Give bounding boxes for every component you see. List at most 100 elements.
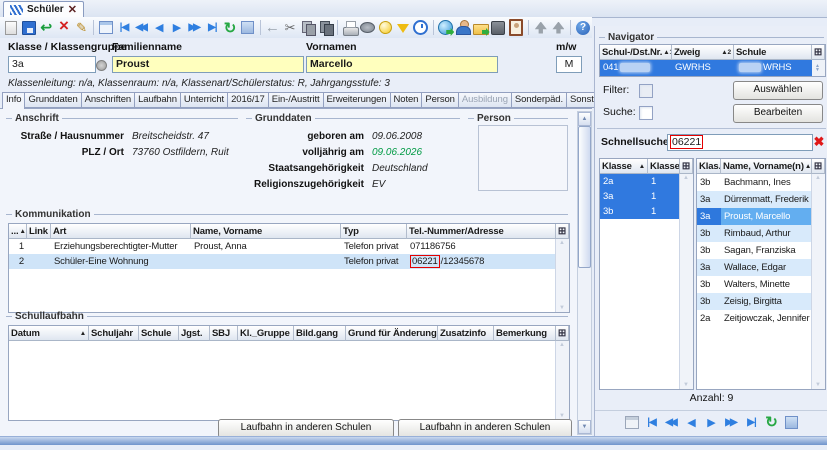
clear-search-icon[interactable]: ✖	[811, 134, 827, 150]
schueler-row[interactable]: 3bZeisig, Birgitta	[697, 293, 812, 310]
schueler-row[interactable]: 3bSagan, Franziska	[697, 242, 812, 259]
tab-sonderp-d-[interactable]: Sonderpäd.	[512, 92, 567, 108]
hint-icon[interactable]	[377, 18, 395, 37]
refresh-icon[interactable]	[221, 18, 239, 37]
print-icon[interactable]	[341, 18, 359, 37]
navigator-row[interactable]: 041 GWRHS WRHS	[600, 60, 825, 76]
help-icon[interactable]	[574, 18, 592, 37]
notes-icon[interactable]	[490, 18, 508, 37]
scroll-down-icon[interactable]: ▼	[578, 420, 591, 434]
row-spinner[interactable]	[812, 60, 825, 76]
klasse-row[interactable]: 3a1	[600, 189, 680, 204]
new-document-icon[interactable]	[2, 18, 20, 37]
tab-laufbahn[interactable]: Laufbahn	[135, 92, 181, 108]
last-icon[interactable]	[742, 413, 761, 432]
column-header[interactable]: Zweig▲2	[672, 45, 734, 60]
tab-person[interactable]: Person	[422, 92, 459, 108]
tab-erweiterungen[interactable]: Erweiterungen	[324, 92, 391, 108]
form-window-icon[interactable]	[97, 18, 115, 37]
stop-icon[interactable]	[782, 413, 801, 432]
schueler-row[interactable]: 3bBachmann, Ines	[697, 174, 812, 191]
kommunikation-scrollbar[interactable]	[555, 239, 569, 312]
klasse-scrollbar[interactable]	[679, 174, 693, 389]
id-card-icon[interactable]	[507, 18, 525, 37]
scroll-thumb[interactable]	[578, 126, 591, 268]
next-icon[interactable]	[702, 413, 721, 432]
tab-grunddaten[interactable]: Grunddaten	[25, 92, 81, 108]
export-folder-icon[interactable]	[472, 18, 490, 37]
column-header[interactable]: Jgst.	[179, 326, 210, 341]
prev-icon[interactable]	[150, 18, 168, 37]
main-vertical-scrollbar[interactable]: ▲ ▼	[577, 111, 592, 435]
user-icon[interactable]	[454, 18, 472, 37]
tab-ein-austritt[interactable]: Ein-/Austritt	[269, 92, 324, 108]
column-header[interactable]: Kl._Gruppe	[238, 326, 294, 341]
column-header[interactable]: Name, Vorname	[191, 224, 341, 239]
column-header[interactable]: Klasse▲	[600, 159, 648, 174]
klasse-input[interactable]: 3a	[8, 56, 96, 73]
paste-icon[interactable]	[317, 18, 335, 37]
kommunikation-row[interactable]: 1Erziehungsberechtigter-MutterProust, An…	[9, 239, 556, 254]
schueler-row[interactable]: 3bWalters, Minette	[697, 276, 812, 293]
column-header[interactable]: Bemerkung	[494, 326, 556, 341]
next-fast-icon[interactable]	[186, 18, 204, 37]
column-header[interactable]: Typ	[341, 224, 407, 239]
field-chooser-icon[interactable]: ⊞	[812, 45, 825, 60]
column-header[interactable]: Art	[51, 224, 191, 239]
column-header[interactable]: ...▲	[9, 224, 27, 239]
undo-icon[interactable]	[37, 18, 55, 37]
suche-checkbox[interactable]	[639, 106, 653, 120]
stop-icon[interactable]	[239, 18, 257, 37]
last-icon[interactable]	[204, 18, 222, 37]
familienname-input[interactable]: Proust	[112, 56, 304, 73]
back-arrow-icon[interactable]	[264, 18, 282, 37]
field-chooser-icon[interactable]: ⊞	[556, 326, 569, 341]
column-header[interactable]: Grund für Änderung	[346, 326, 438, 341]
field-chooser-icon[interactable]: ⊞	[812, 159, 825, 174]
prev-fast-icon[interactable]	[133, 18, 151, 37]
tab-noten[interactable]: Noten	[391, 92, 423, 108]
column-header[interactable]: Klas...	[697, 159, 721, 174]
history-back-icon[interactable]	[532, 18, 550, 37]
bearbeiten-button[interactable]: Bearbeiten	[733, 104, 823, 123]
column-header[interactable]: Klasse...	[648, 159, 680, 174]
column-header[interactable]: Schuljahr	[89, 326, 139, 341]
clock-icon[interactable]	[412, 18, 430, 37]
next-fast-icon[interactable]	[722, 413, 741, 432]
close-icon[interactable]: ✕	[68, 5, 77, 15]
save-icon[interactable]	[20, 18, 38, 37]
schullaufbahn-scrollbar[interactable]	[555, 341, 569, 420]
vornamen-input[interactable]: Marcello	[306, 56, 498, 73]
document-tab-schueler[interactable]: Schüler ✕	[3, 1, 84, 17]
klasse-row[interactable]: 3b1	[600, 204, 680, 219]
schueler-row[interactable]: 3aProust, Marcello	[697, 208, 812, 225]
geschlecht-field[interactable]: M	[556, 56, 582, 73]
schueler-row[interactable]: 3aDürrenmatt, Frederik	[697, 191, 812, 208]
form-window-icon[interactable]	[622, 413, 641, 432]
column-header[interactable]: Link	[27, 224, 51, 239]
tab-unterricht[interactable]: Unterricht	[181, 92, 228, 108]
preview-icon[interactable]	[359, 18, 377, 37]
schueler-row[interactable]: 3bRimbaud, Arthur	[697, 225, 812, 242]
auswaehlen-button[interactable]: Auswählen	[733, 81, 823, 100]
klasse-row[interactable]: 2a1	[600, 174, 680, 189]
export-globe-icon[interactable]	[437, 18, 455, 37]
prev-icon[interactable]	[682, 413, 701, 432]
schueler-scrollbar[interactable]	[811, 174, 825, 389]
prev-fast-icon[interactable]	[662, 413, 681, 432]
next-icon[interactable]	[168, 18, 186, 37]
schueler-row[interactable]: 2aZeitjowczak, Jennifer	[697, 310, 812, 327]
tab-info[interactable]: Info	[2, 92, 25, 109]
column-header[interactable]: SBJ	[210, 326, 238, 341]
kommunikation-row[interactable]: 2Schüler-Eine WohnungTelefon privat06221…	[9, 254, 556, 269]
first-icon[interactable]	[115, 18, 133, 37]
schnellsuche-input[interactable]: 06221	[667, 134, 813, 151]
filter-checkbox[interactable]	[639, 84, 653, 98]
schueler-row[interactable]: 3aWallace, Edgar	[697, 259, 812, 276]
column-header[interactable]: Datum▲	[9, 326, 89, 341]
tab-anschriften[interactable]: Anschriften	[82, 92, 135, 108]
column-header[interactable]: Tel.-Nummer/Adresse	[407, 224, 556, 239]
delete-icon[interactable]	[55, 18, 73, 37]
history-forward-icon[interactable]	[550, 18, 568, 37]
filter-icon[interactable]	[394, 18, 412, 37]
